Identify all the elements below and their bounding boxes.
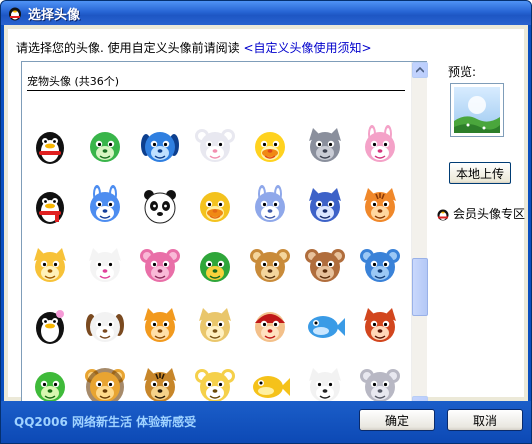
avatar-grid bbox=[28, 124, 408, 408]
avatar-option-pink-elephant[interactable] bbox=[138, 244, 182, 288]
cartoon-boy-icon bbox=[255, 312, 285, 342]
avatar-option-yellow-duck[interactable] bbox=[193, 184, 237, 228]
panda-icon bbox=[144, 190, 176, 224]
avatar-option-cheetah[interactable] bbox=[193, 304, 237, 348]
avatar-option-penguin-bow[interactable] bbox=[28, 184, 72, 228]
instruction-text: 请选择您的头像. 使用自定义头像前请阅读 <自定义头像使用须知> bbox=[16, 39, 372, 56]
pink-rabbit-icon bbox=[365, 125, 395, 162]
avatar-option-white-mouse[interactable] bbox=[193, 124, 237, 168]
avatar-option-penguin-flower[interactable] bbox=[28, 304, 72, 348]
blue-dog-icon bbox=[141, 132, 179, 162]
orange-squirrel-icon bbox=[144, 308, 176, 342]
cheetah-icon bbox=[199, 308, 231, 342]
window-title: 选择头像 bbox=[28, 7, 81, 23]
beagle-icon bbox=[86, 312, 124, 342]
scroll-thumb[interactable] bbox=[412, 258, 428, 316]
yellow-chick-icon bbox=[255, 132, 285, 162]
avatar-option-pink-rabbit[interactable] bbox=[358, 124, 402, 168]
avatar-option-blue-hippo[interactable] bbox=[358, 244, 402, 288]
vip-penguin-icon bbox=[437, 209, 449, 220]
avatar-option-dolphin[interactable] bbox=[303, 304, 347, 348]
cancel-button[interactable]: 取消 bbox=[447, 409, 523, 431]
dolphin-icon bbox=[308, 316, 345, 338]
qq-penguin-icon bbox=[7, 5, 23, 21]
avatar-option-cartoon-boy[interactable] bbox=[248, 304, 292, 348]
avatar-option-gray-cat[interactable] bbox=[303, 124, 347, 168]
yellow-cat-icon bbox=[34, 248, 66, 282]
dialog-body: 请选择您的头像. 使用自定义头像前请阅读 <自定义头像使用须知> 宠物头像 (共… bbox=[4, 25, 528, 415]
ok-button[interactable]: 确定 bbox=[359, 409, 435, 431]
avatar-option-blue-bunny[interactable] bbox=[248, 184, 292, 228]
penguin-flower-icon bbox=[36, 310, 64, 344]
instruction-label: 请选择您的头像. 使用自定义头像前请阅读 bbox=[16, 41, 244, 55]
avatar-option-orange-squirrel[interactable] bbox=[138, 304, 182, 348]
vertical-scrollbar[interactable] bbox=[411, 62, 428, 414]
avatar-list: 宠物头像 (共36个) bbox=[21, 61, 428, 415]
green-dinosaur-icon bbox=[90, 132, 120, 162]
avatar-option-beagle[interactable] bbox=[83, 304, 127, 348]
qq-slogan: QQ2006 网络新生活 体验新感受 bbox=[14, 415, 197, 429]
avatar-option-blue-wolf[interactable] bbox=[303, 184, 347, 228]
category-title: 宠物头像 (共36个) bbox=[27, 75, 120, 88]
blue-rabbit-icon bbox=[90, 185, 120, 222]
blue-wolf-icon bbox=[309, 188, 341, 222]
penguin-red-scarf-icon bbox=[36, 132, 64, 164]
blue-bunny-icon bbox=[255, 185, 285, 222]
red-panda-icon bbox=[364, 308, 396, 342]
scroll-up-button[interactable] bbox=[412, 62, 428, 78]
avatar-option-panda[interactable] bbox=[138, 184, 182, 228]
yellow-duck-icon bbox=[200, 192, 230, 222]
avatar-select-window: 选择头像 请选择您的头像. 使用自定义头像前请阅读 <自定义头像使用须知> 宠物… bbox=[0, 0, 532, 444]
dialog-footer: QQ2006 网络新生活 体验新感受 确定 取消 bbox=[1, 401, 531, 443]
walrus-icon bbox=[305, 249, 345, 282]
local-upload-button[interactable]: 本地上传 bbox=[449, 162, 511, 184]
avatar-option-white-cat[interactable] bbox=[83, 244, 127, 288]
avatar-option-green-duck[interactable] bbox=[193, 244, 237, 288]
preview-label: 预览: bbox=[448, 65, 477, 79]
title-bar[interactable]: 选择头像 bbox=[1, 1, 531, 25]
vip-link-label: 会员头像专区 bbox=[453, 207, 526, 221]
white-cat-icon bbox=[89, 248, 121, 282]
avatar-option-yellow-chick[interactable] bbox=[248, 124, 292, 168]
avatar-list-content: 宠物头像 (共36个) bbox=[22, 62, 411, 414]
avatar-option-blue-rabbit[interactable] bbox=[83, 184, 127, 228]
avatar-option-green-dinosaur[interactable] bbox=[83, 124, 127, 168]
preview-image-icon bbox=[454, 87, 500, 133]
avatar-option-orange-tiger[interactable] bbox=[358, 184, 402, 228]
blue-hippo-icon bbox=[360, 249, 400, 282]
pink-elephant-icon bbox=[140, 249, 180, 282]
category-divider bbox=[27, 90, 405, 91]
avatar-option-brown-bear[interactable] bbox=[248, 244, 292, 288]
white-mouse-icon bbox=[195, 129, 235, 162]
vip-avatar-link[interactable]: 会员头像专区 bbox=[436, 205, 525, 222]
dialog-panel: 请选择您的头像. 使用自定义头像前请阅读 <自定义头像使用须知> 宠物头像 (共… bbox=[8, 29, 525, 415]
avatar-option-yellow-cat[interactable] bbox=[28, 244, 72, 288]
avatar-option-penguin-red-scarf[interactable] bbox=[28, 124, 72, 168]
penguin-bow-icon bbox=[36, 192, 64, 224]
green-duck-icon bbox=[200, 252, 230, 282]
gray-cat-icon bbox=[309, 128, 341, 162]
avatar-option-red-panda[interactable] bbox=[358, 304, 402, 348]
avatar-preview bbox=[450, 83, 504, 137]
avatar-option-walrus[interactable] bbox=[303, 244, 347, 288]
chevron-up-icon bbox=[416, 67, 424, 73]
avatar-option-blue-dog[interactable] bbox=[138, 124, 182, 168]
custom-avatar-notice-link[interactable]: <自定义头像使用须知> bbox=[243, 41, 371, 55]
brown-bear-icon bbox=[250, 249, 290, 282]
orange-tiger-icon bbox=[364, 188, 396, 222]
